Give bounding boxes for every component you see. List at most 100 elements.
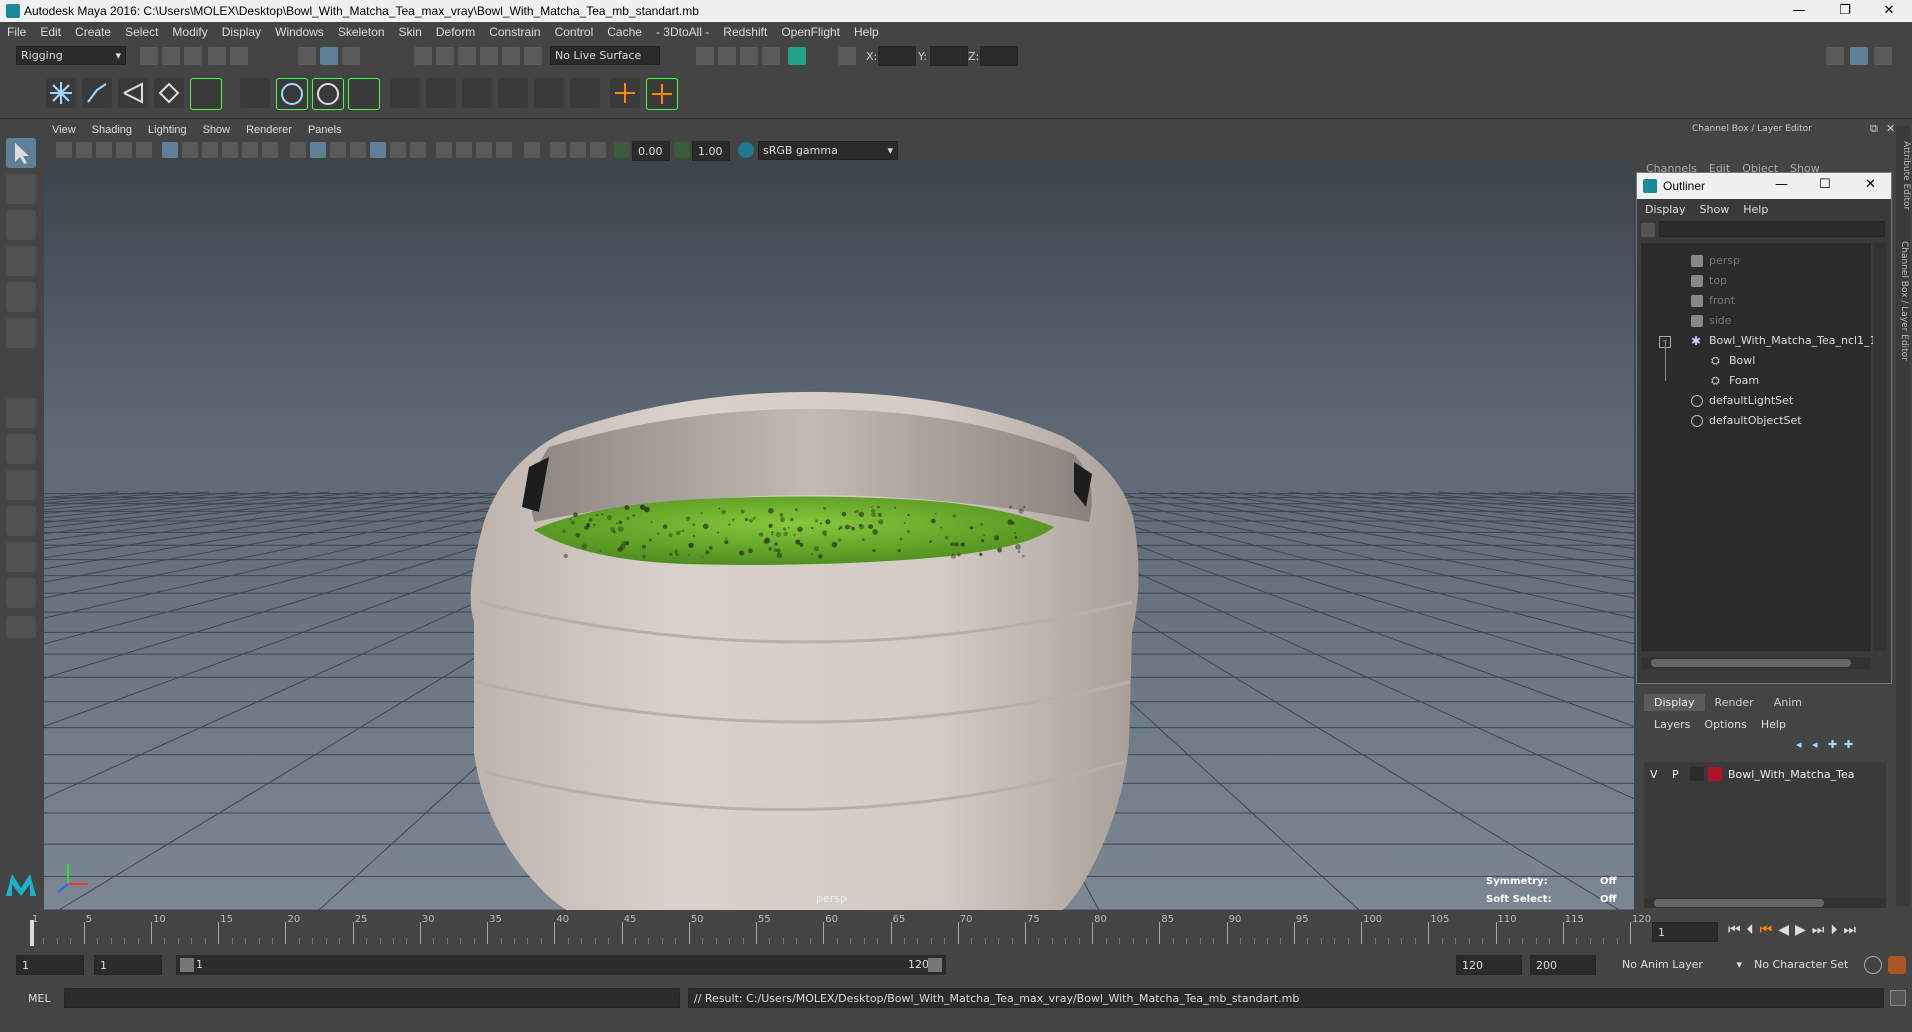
range-end-handle[interactable] [928, 958, 942, 972]
outliner-menu-help[interactable]: Help [1743, 203, 1768, 216]
ipr-render-icon[interactable] [740, 47, 758, 65]
channel-box-toggle-icon[interactable] [1850, 47, 1868, 65]
scale-tool-icon[interactable] [6, 318, 36, 348]
exposure-field[interactable]: 0.00 [632, 141, 670, 161]
mirror-joint-icon[interactable] [190, 78, 222, 110]
2d-pan-zoom-icon[interactable] [136, 142, 152, 158]
animation-end-field[interactable]: 200 [1530, 955, 1596, 975]
wireframe-icon[interactable] [290, 142, 306, 158]
layer-horizontal-scrollbar[interactable] [1644, 898, 1886, 908]
joint-tool-icon[interactable] [46, 78, 76, 108]
float-panel-icon[interactable]: ⧉ [1870, 122, 1878, 136]
smooth-shade-icon[interactable] [310, 142, 326, 158]
outliner-minimize-button[interactable]: — [1775, 177, 1788, 192]
snap-point-icon[interactable] [458, 47, 476, 65]
layer-color-swatch[interactable] [1708, 767, 1722, 781]
menuset-dropdown[interactable]: Rigging ▾ [16, 46, 126, 65]
point-constraint-icon[interactable] [390, 78, 420, 108]
go-to-end-icon[interactable]: ⏭ [1843, 922, 1862, 938]
animation-preferences-icon[interactable] [1888, 956, 1906, 974]
menu-constrain[interactable]: Constrain [482, 22, 547, 42]
motion-blur-icon[interactable] [456, 142, 472, 158]
grid-toggle-icon[interactable] [162, 142, 178, 158]
panel-menu-show[interactable]: Show [195, 120, 239, 140]
animation-start-field[interactable]: 1 [16, 955, 84, 975]
paint-weights-icon[interactable] [154, 78, 184, 108]
field-chart-icon[interactable] [242, 142, 258, 158]
menu-select[interactable]: Select [118, 22, 165, 42]
ik-handle-icon[interactable] [82, 78, 112, 108]
select-hierarchy-icon[interactable] [298, 47, 316, 65]
play-backwards-icon[interactable]: ◀ [1778, 922, 1795, 938]
y-field[interactable] [930, 46, 968, 66]
time-slider[interactable]: 1 5 10 15 20 25 30 35 40 45 50 55 60 65 70 75 80 85 90 95 10… [0, 912, 1912, 948]
select-component-icon[interactable] [342, 47, 360, 65]
menu-redshift[interactable]: Redshift [716, 22, 774, 42]
outliner-search-input[interactable] [1659, 221, 1885, 237]
colorspace-dropdown[interactable]: sRGB gamma ▾ [758, 141, 898, 160]
tab-display[interactable]: Display [1644, 694, 1705, 711]
panel-menu-lighting[interactable]: Lighting [140, 120, 195, 140]
outliner-item[interactable]: side [1641, 311, 1871, 331]
menu-edit[interactable]: Edit [33, 22, 68, 42]
make-live-icon[interactable] [524, 47, 542, 65]
new-layer-icon[interactable]: ✚ [1828, 738, 1844, 751]
xray-icon[interactable] [550, 142, 566, 158]
menu-deform[interactable]: Deform [429, 22, 482, 42]
lights-icon[interactable] [390, 142, 406, 158]
panel-menu-shading[interactable]: Shading [84, 120, 140, 140]
camera-select-icon[interactable] [56, 142, 72, 158]
lattice-icon[interactable] [312, 78, 344, 110]
outliner-item[interactable]: front [1641, 291, 1871, 311]
layer-menu-help[interactable]: Help [1761, 718, 1786, 731]
menu-display[interactable]: Display [215, 22, 268, 42]
layer-type-toggle[interactable] [1690, 767, 1704, 781]
scale-constraint-icon[interactable] [498, 78, 528, 108]
outliner-persp-layout-icon[interactable] [6, 470, 36, 500]
outliner-horizontal-scrollbar[interactable] [1641, 657, 1871, 669]
layer-visibility-toggle[interactable]: V [1650, 768, 1658, 781]
render-view-icon[interactable] [718, 47, 736, 65]
film-gate-icon[interactable] [182, 142, 198, 158]
anim-layer-dropdown[interactable]: No Anim Layer ▾ [1622, 958, 1742, 971]
rotate-tool-icon[interactable] [6, 282, 36, 312]
script-editor-icon[interactable] [1890, 990, 1906, 1006]
step-back-frame-icon[interactable]: ⏴ [1747, 922, 1760, 938]
close-panel-icon[interactable]: ✕ [1886, 122, 1895, 135]
outliner-vertical-scrollbar[interactable] [1873, 243, 1887, 651]
outliner-item[interactable]: defaultObjectSet [1641, 411, 1871, 431]
open-scene-icon[interactable] [162, 47, 180, 65]
snap-grid-icon[interactable] [414, 47, 432, 65]
snap-view-icon[interactable] [480, 47, 498, 65]
locator-icon[interactable] [610, 78, 640, 108]
menu-3dtoall[interactable]: - 3DtoAll - [649, 22, 716, 42]
select-object-icon[interactable] [320, 47, 338, 65]
menu-skin[interactable]: Skin [392, 22, 429, 42]
redo-icon[interactable] [230, 47, 248, 65]
script-editor-layout-icon[interactable] [6, 578, 36, 608]
z-field[interactable] [980, 46, 1018, 66]
lasso-tool-icon[interactable] [6, 174, 36, 204]
range-start-handle[interactable] [180, 958, 194, 972]
camera-attributes-icon[interactable] [76, 142, 92, 158]
undo-icon[interactable] [208, 47, 226, 65]
menu-control[interactable]: Control [548, 22, 601, 42]
play-forwards-icon[interactable]: ▶ [1795, 922, 1812, 938]
character-set-dropdown[interactable]: No Character Set [1754, 958, 1864, 971]
tab-render[interactable]: Render [1705, 694, 1764, 711]
layer-row[interactable]: V P Bowl_With_Matcha_Tea [1644, 766, 1886, 784]
color-management-icon[interactable] [738, 142, 754, 158]
close-button[interactable]: ✕ [1866, 0, 1912, 22]
shadows-icon[interactable] [410, 142, 426, 158]
outliner-item[interactable]: ⛭ Bowl [1641, 351, 1871, 371]
xray-active-icon[interactable] [570, 142, 586, 158]
move-layer-down-icon[interactable]: ◂ [1812, 738, 1828, 751]
x-field[interactable] [878, 46, 916, 66]
gamma-field[interactable]: 1.00 [692, 141, 730, 161]
menu-skeleton[interactable]: Skeleton [331, 22, 392, 42]
resolution-gate-icon[interactable] [202, 142, 218, 158]
script-language-toggle[interactable]: MEL [28, 992, 51, 1005]
move-layer-up-icon[interactable]: ◂ [1796, 738, 1812, 751]
outliner-item[interactable]: ⛭ Foam [1641, 371, 1871, 391]
hypershade-layout-icon[interactable] [6, 542, 36, 572]
